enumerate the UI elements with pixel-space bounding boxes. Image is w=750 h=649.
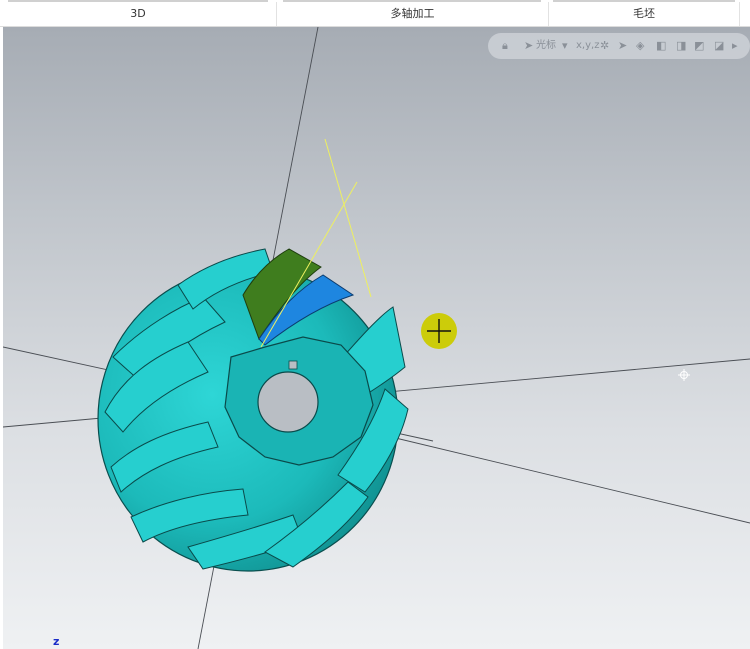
tab-divider <box>739 2 740 26</box>
crosshair-icon <box>678 369 690 381</box>
tab-stock-label: 毛坯 <box>633 7 655 20</box>
tab-bar: 3D 多轴加工 毛坯 <box>0 0 750 27</box>
guide-line <box>324 138 372 298</box>
axis-z-label: z <box>53 635 60 648</box>
model-canvas <box>3 27 750 649</box>
3d-viewport[interactable]: 🔒︎ ➤ 光标 ▾ x,y,z ✲ ➤ ◈ ◧ ◨ ◩ ◪ ▸ z <box>3 27 750 649</box>
impeller-model <box>97 248 409 572</box>
axis-line-right <box>382 434 750 524</box>
tab-multi-axis-label: 多轴加工 <box>390 7 435 20</box>
tab-3d[interactable]: 3D <box>0 0 276 26</box>
tab-3d-label: 3D <box>130 7 146 20</box>
cursor-marker <box>421 313 457 349</box>
impeller-bore-hole <box>257 371 319 433</box>
tab-multi-axis[interactable]: 多轴加工 <box>277 0 548 26</box>
tab-stock[interactable]: 毛坯 <box>549 0 739 26</box>
keyway <box>288 360 298 370</box>
